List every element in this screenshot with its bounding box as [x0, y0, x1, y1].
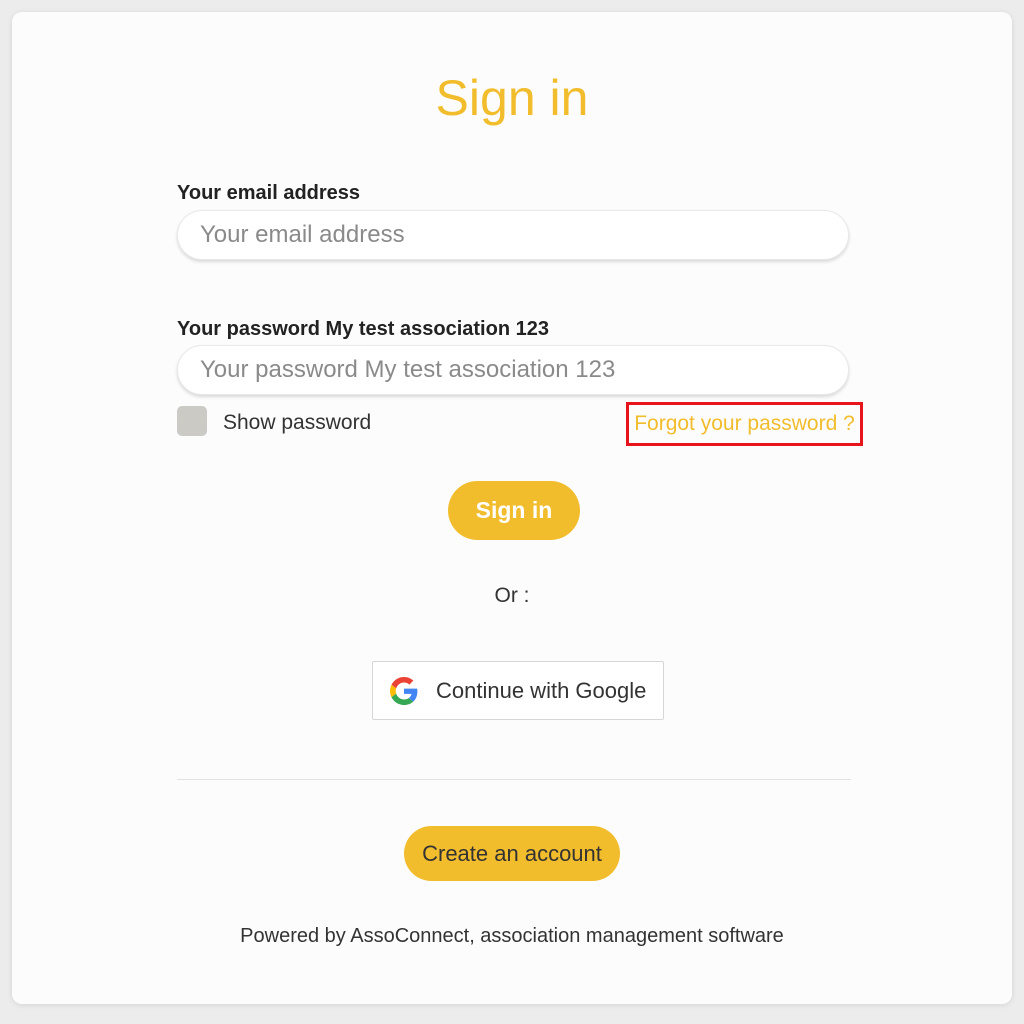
signin-card: Sign in Your email address Your password…	[12, 12, 1012, 1004]
continue-with-google-button[interactable]: Continue with Google	[372, 661, 664, 720]
show-password-checkbox[interactable]	[177, 406, 207, 436]
email-label: Your email address	[177, 182, 361, 204]
google-button-label: Continue with Google	[436, 678, 647, 703]
password-field[interactable]	[177, 345, 849, 395]
divider	[177, 779, 851, 780]
show-password-label[interactable]: Show password	[223, 410, 371, 436]
password-label: Your password My test association 123	[177, 318, 549, 340]
email-field[interactable]	[177, 210, 849, 260]
google-icon	[390, 677, 418, 705]
powered-by-footer: Powered by AssoConnect, association mana…	[240, 925, 784, 947]
sign-in-button[interactable]: Sign in	[448, 481, 580, 540]
page-title: Sign in	[435, 70, 589, 126]
or-separator: Or :	[494, 584, 530, 607]
forgot-password-link[interactable]: Forgot your password ?	[626, 402, 863, 446]
create-account-button[interactable]: Create an account	[404, 826, 620, 881]
